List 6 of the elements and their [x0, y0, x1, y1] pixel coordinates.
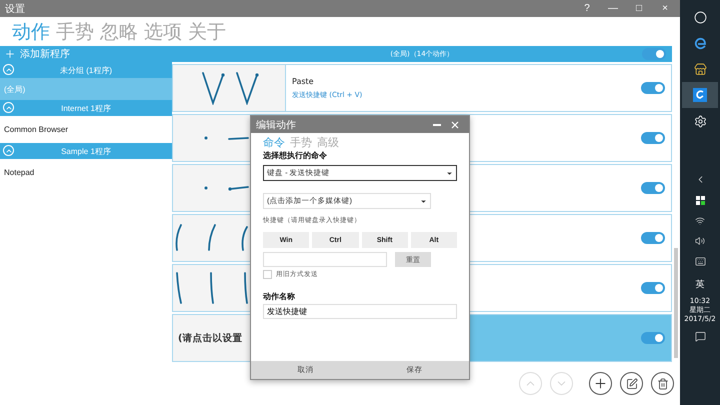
name-label: 动作名称	[263, 291, 296, 302]
action-title: Paste	[292, 76, 315, 86]
gesture-prompt: (请点击以设置	[177, 332, 242, 344]
command-label: 选择想执行的命令	[263, 150, 328, 161]
dialog-title: 编辑动作	[256, 118, 296, 132]
window-title: 设置	[5, 2, 25, 16]
